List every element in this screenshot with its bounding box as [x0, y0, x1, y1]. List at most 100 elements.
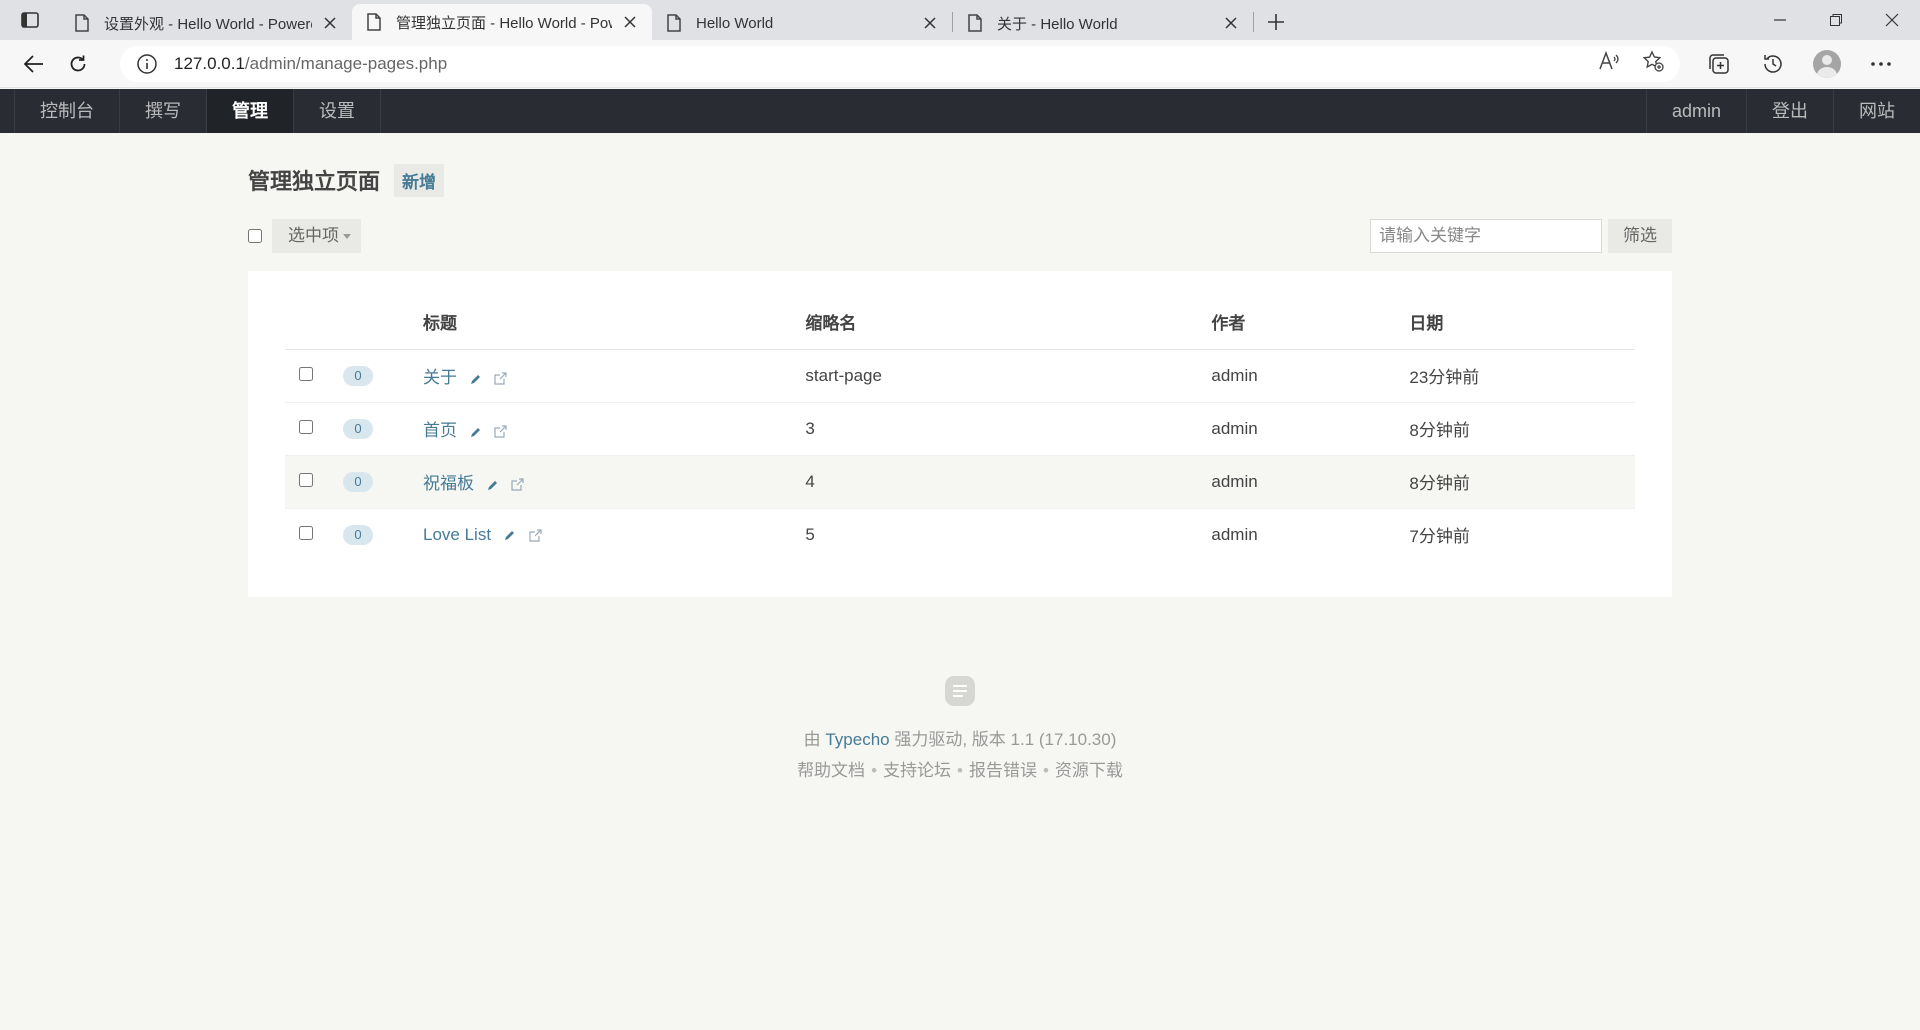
- support-forum-link[interactable]: 支持论坛: [883, 761, 951, 780]
- external-link-icon[interactable]: [494, 425, 508, 438]
- avatar-icon: [1813, 49, 1841, 78]
- edit-pencil-icon[interactable]: [470, 426, 482, 438]
- typecho-logo-icon: [945, 676, 975, 706]
- page-title: 管理独立页面: [248, 169, 381, 194]
- comment-count-badge[interactable]: 0: [343, 366, 373, 386]
- edit-pencil-icon[interactable]: [504, 529, 516, 541]
- page-title-link[interactable]: 关于: [423, 368, 457, 387]
- refresh-icon[interactable]: [56, 44, 100, 84]
- row-checkbox[interactable]: [299, 525, 313, 540]
- separator-dot: •: [871, 761, 878, 780]
- page-date: 8分钟前: [1409, 402, 1635, 456]
- restore-icon[interactable]: [1808, 0, 1864, 40]
- powered-by-line: 由 Typecho 强力驱动, 版本 1.1 (17.10.30): [0, 725, 1920, 750]
- admin-nav: 控制台 撰写 管理 设置 admin 登出 网站: [0, 89, 1920, 133]
- header-checkbox-col: [285, 295, 343, 350]
- powered-by-prefix: 由: [803, 730, 821, 749]
- nav-write[interactable]: 撰写: [120, 89, 207, 133]
- footer: 由 Typecho 强力驱动, 版本 1.1 (17.10.30) 帮助文档 • 支…: [0, 676, 1920, 781]
- keyword-search-input[interactable]: [1370, 219, 1602, 253]
- select-all-checkbox[interactable]: [248, 229, 262, 243]
- browser-tab-bar: 设置外观 - Hello World - Powered by Typecho …: [0, 0, 1920, 40]
- selected-items-label: 选中项: [288, 226, 339, 245]
- profile-avatar[interactable]: [1800, 44, 1854, 84]
- page-slug: 4: [805, 455, 1212, 509]
- comment-count-badge[interactable]: 0: [343, 525, 373, 546]
- report-bug-link[interactable]: 报告错误: [969, 761, 1037, 780]
- typecho-link[interactable]: Typecho: [825, 730, 889, 749]
- close-icon[interactable]: [920, 13, 940, 33]
- edit-pencil-icon[interactable]: [470, 373, 482, 385]
- page-title-link[interactable]: 首页: [423, 421, 457, 440]
- page-slug: start-page: [805, 349, 1212, 403]
- browser-tab-4[interactable]: 关于 - Hello World: [953, 6, 1253, 40]
- page-date: 7分钟前: [1409, 527, 1470, 547]
- main-content: 管理独立页面 新增 选中项 筛选 标题 缩略名 作者 日期: [248, 133, 1672, 597]
- resources-download-link[interactable]: 资源下载: [1055, 761, 1123, 780]
- comment-count-badge[interactable]: 0: [343, 472, 373, 492]
- url-bar[interactable]: 127.0.0.1/admin/manage-pages.php: [120, 45, 1680, 82]
- close-window-icon[interactable]: [1864, 0, 1920, 40]
- external-link-icon[interactable]: [494, 372, 508, 385]
- page-date: 23分钟前: [1409, 349, 1635, 403]
- selected-items-dropdown[interactable]: 选中项: [272, 219, 361, 253]
- back-icon[interactable]: [12, 44, 56, 84]
- add-favorite-icon[interactable]: [1642, 50, 1664, 77]
- table-row: 0 Love List 5 admin 7分钟前: [285, 508, 1635, 561]
- tab-actions-icon[interactable]: [0, 0, 60, 40]
- page-author: admin: [1211, 402, 1410, 456]
- page-header: 管理独立页面 新增: [248, 163, 1672, 197]
- page-author: admin: [1211, 524, 1258, 544]
- more-options-icon[interactable]: [1854, 44, 1908, 84]
- operations-bar: 选中项 筛选: [248, 219, 1672, 253]
- close-icon[interactable]: [1221, 13, 1241, 33]
- url-path: /admin/manage-pages.php: [244, 53, 448, 73]
- table-row: 0 首页 3 admin 8分钟前: [285, 402, 1635, 456]
- close-icon[interactable]: [320, 13, 340, 33]
- header-date: 日期: [1409, 295, 1635, 350]
- header-title: 标题: [423, 295, 806, 350]
- pages-table: 标题 缩略名 作者 日期 0 关于 start-page admin 23分钟前…: [285, 295, 1635, 561]
- new-tab-button[interactable]: [1254, 4, 1298, 40]
- collections-icon[interactable]: [1692, 44, 1746, 84]
- history-icon[interactable]: [1746, 44, 1800, 84]
- browser-tab-1[interactable]: 设置外观 - Hello World - Powered by Typecho: [60, 6, 352, 40]
- separator-dot: •: [957, 761, 963, 780]
- external-link-icon[interactable]: [511, 478, 525, 491]
- separator-dot: •: [1042, 761, 1049, 780]
- external-link-icon[interactable]: [528, 529, 542, 542]
- caret-down-icon: [343, 233, 351, 239]
- minimize-icon[interactable]: [1752, 0, 1808, 40]
- nav-manage[interactable]: 管理: [207, 89, 294, 133]
- page-icon: [968, 14, 982, 32]
- filter-button[interactable]: 筛选: [1608, 219, 1672, 253]
- info-icon[interactable]: [136, 53, 158, 75]
- tab-title: 管理独立页面 - Hello World - Powered by Typech…: [396, 14, 612, 32]
- page-title-link[interactable]: 祝福板: [423, 474, 474, 493]
- page-date: 8分钟前: [1409, 455, 1635, 509]
- table-header-row: 标题 缩略名 作者 日期: [285, 295, 1635, 350]
- header-count-col: [343, 295, 423, 350]
- nav-user-admin[interactable]: admin: [1645, 89, 1746, 133]
- browser-tab-3[interactable]: Hello World: [652, 6, 952, 40]
- edit-pencil-icon[interactable]: [487, 479, 499, 491]
- row-checkbox[interactable]: [299, 419, 313, 434]
- read-aloud-icon[interactable]: [1598, 50, 1620, 76]
- header-author: 作者: [1211, 295, 1410, 350]
- help-docs-link[interactable]: 帮助文档: [797, 761, 865, 780]
- nav-site[interactable]: 网站: [1833, 89, 1920, 133]
- nav-dashboard[interactable]: 控制台: [14, 89, 120, 133]
- tab-title: Hello World: [696, 14, 774, 32]
- nav-settings[interactable]: 设置: [294, 89, 381, 133]
- comment-count-badge[interactable]: 0: [343, 419, 373, 439]
- page-icon: [667, 14, 681, 32]
- page-icon: [367, 13, 381, 31]
- row-checkbox[interactable]: [299, 366, 313, 381]
- page-title-link[interactable]: Love List: [423, 525, 491, 544]
- close-icon[interactable]: [620, 12, 640, 32]
- browser-tab-2[interactable]: 管理独立页面 - Hello World - Powered by Typech…: [352, 4, 652, 40]
- row-checkbox[interactable]: [299, 472, 313, 487]
- nav-logout[interactable]: 登出: [1746, 89, 1833, 133]
- pages-table-container: 标题 缩略名 作者 日期 0 关于 start-page admin 23分钟前…: [248, 271, 1672, 597]
- add-page-button[interactable]: 新增: [394, 163, 445, 197]
